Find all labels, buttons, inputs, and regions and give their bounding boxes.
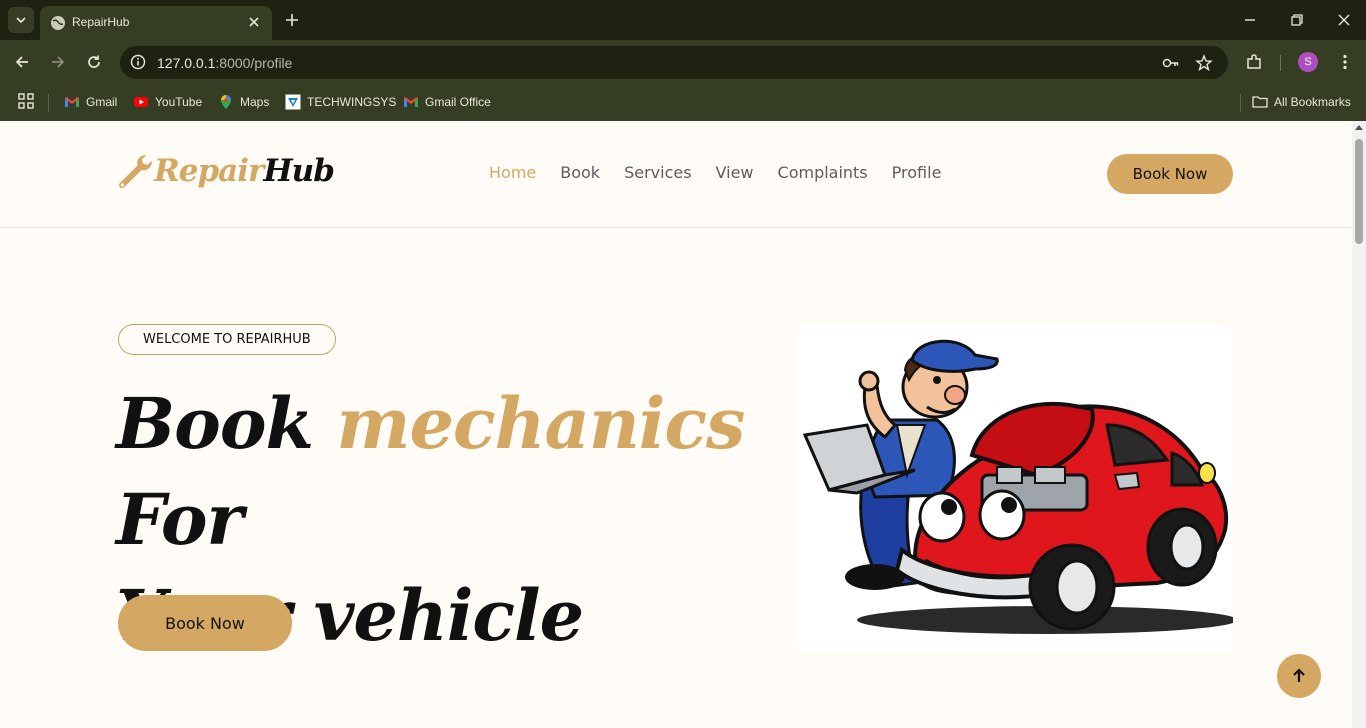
bookmark-label: Gmail — [86, 95, 118, 109]
apps-grid-icon[interactable] — [18, 93, 34, 109]
nav-profile[interactable]: Profile — [892, 163, 942, 182]
extensions-icon[interactable] — [1245, 53, 1263, 71]
back-icon[interactable] — [14, 54, 30, 70]
hero-image — [797, 325, 1233, 652]
header-book-now-button[interactable]: Book Now — [1107, 154, 1233, 194]
bookmark-gmail-office[interactable]: Gmail Office — [403, 93, 491, 111]
bookmarks-divider — [48, 94, 49, 112]
tab-search-button[interactable] — [8, 7, 34, 33]
all-bookmarks-label: All Bookmarks — [1274, 95, 1351, 109]
all-bookmarks[interactable]: All Bookmarks — [1252, 93, 1351, 111]
page-scrollbar[interactable] — [1352, 121, 1366, 728]
address-bar[interactable]: 127.0.0.1:8000/profile — [120, 46, 1228, 79]
browser-toolbar: 127.0.0.1:8000/profile S — [0, 40, 1366, 85]
mechanic-car-illustration — [802, 339, 1233, 634]
minimize-icon[interactable] — [1242, 12, 1258, 28]
close-icon[interactable] — [246, 14, 262, 30]
hero-book-now-button[interactable]: Book Now — [118, 595, 292, 651]
scroll-up-arrow[interactable] — [1355, 125, 1363, 130]
reload-icon[interactable] — [86, 54, 102, 70]
more-menu-icon[interactable] — [1336, 53, 1354, 71]
maps-icon — [221, 95, 231, 109]
toolbar-divider — [1280, 55, 1281, 71]
bookmark-star-icon[interactable] — [1195, 54, 1213, 72]
active-tab[interactable]: RepairHub — [40, 6, 272, 40]
new-tab-icon[interactable] — [284, 12, 300, 28]
gmail-icon — [65, 97, 79, 107]
site-logo[interactable]: RepairHub — [116, 151, 335, 197]
nav-book[interactable]: Book — [560, 163, 600, 182]
nav-complaints[interactable]: Complaints — [778, 163, 868, 182]
youtube-icon — [134, 97, 148, 107]
welcome-badge: WELCOME TO REPAIRHUB — [118, 324, 336, 355]
tab-strip: RepairHub — [0, 0, 1366, 40]
headline-word: Book — [116, 382, 314, 465]
logo-hub: Hub — [263, 153, 335, 189]
gmail-icon — [404, 97, 418, 107]
password-key-icon[interactable] — [1162, 54, 1180, 72]
site-header: RepairHub Home Book Services View Compla… — [0, 121, 1352, 228]
headline-word: For — [116, 478, 243, 561]
arrow-up-icon — [1293, 668, 1305, 682]
bookmark-label: TECHWINGSYS — [307, 95, 397, 109]
nav-services[interactable]: Services — [624, 163, 691, 182]
back-to-top-button[interactable] — [1277, 654, 1321, 698]
headline-accent: mechanics — [336, 382, 745, 465]
bookmark-label: YouTube — [155, 95, 203, 109]
bookmark-label: Gmail Office — [425, 95, 491, 109]
tab-title: RepairHub — [72, 15, 130, 29]
url-host: 127.0.0.1 — [157, 55, 216, 71]
bookmark-label: Maps — [240, 95, 270, 109]
logo-repair: Repair — [154, 153, 264, 189]
nav-home[interactable]: Home — [489, 163, 536, 182]
bookmark-techwingsys[interactable]: TECHWINGSYS — [285, 93, 396, 111]
site-info-icon[interactable] — [130, 54, 146, 70]
page-viewport: RepairHub Home Book Services View Compla… — [0, 121, 1352, 728]
bookmarks-bar: Gmail YouTube Maps TECHWINGSYS Gmail Off… — [0, 85, 1366, 121]
window-close-icon[interactable] — [1336, 12, 1352, 28]
techwingsys-icon — [285, 94, 301, 110]
bookmark-maps[interactable]: Maps — [218, 93, 269, 111]
bookmark-youtube[interactable]: YouTube — [133, 93, 202, 111]
logo-wordmark: RepairHub — [154, 153, 335, 189]
folder-icon — [1252, 96, 1268, 108]
bookmarks-divider — [1240, 94, 1241, 112]
scroll-thumb[interactable] — [1355, 139, 1363, 244]
wrench-icon — [119, 155, 152, 189]
url-path: :8000/profile — [215, 55, 293, 71]
profile-avatar[interactable]: S — [1298, 52, 1318, 72]
chevron-down-icon — [16, 17, 26, 24]
forward-icon[interactable] — [50, 54, 66, 70]
nav-view[interactable]: View — [716, 163, 754, 182]
bookmark-gmail[interactable]: Gmail — [64, 93, 117, 111]
globe-icon — [51, 16, 65, 30]
restore-icon[interactable] — [1289, 12, 1305, 28]
main-nav: Home Book Services View Complaints Profi… — [489, 163, 941, 182]
url-text: 127.0.0.1:8000/profile — [157, 55, 292, 71]
